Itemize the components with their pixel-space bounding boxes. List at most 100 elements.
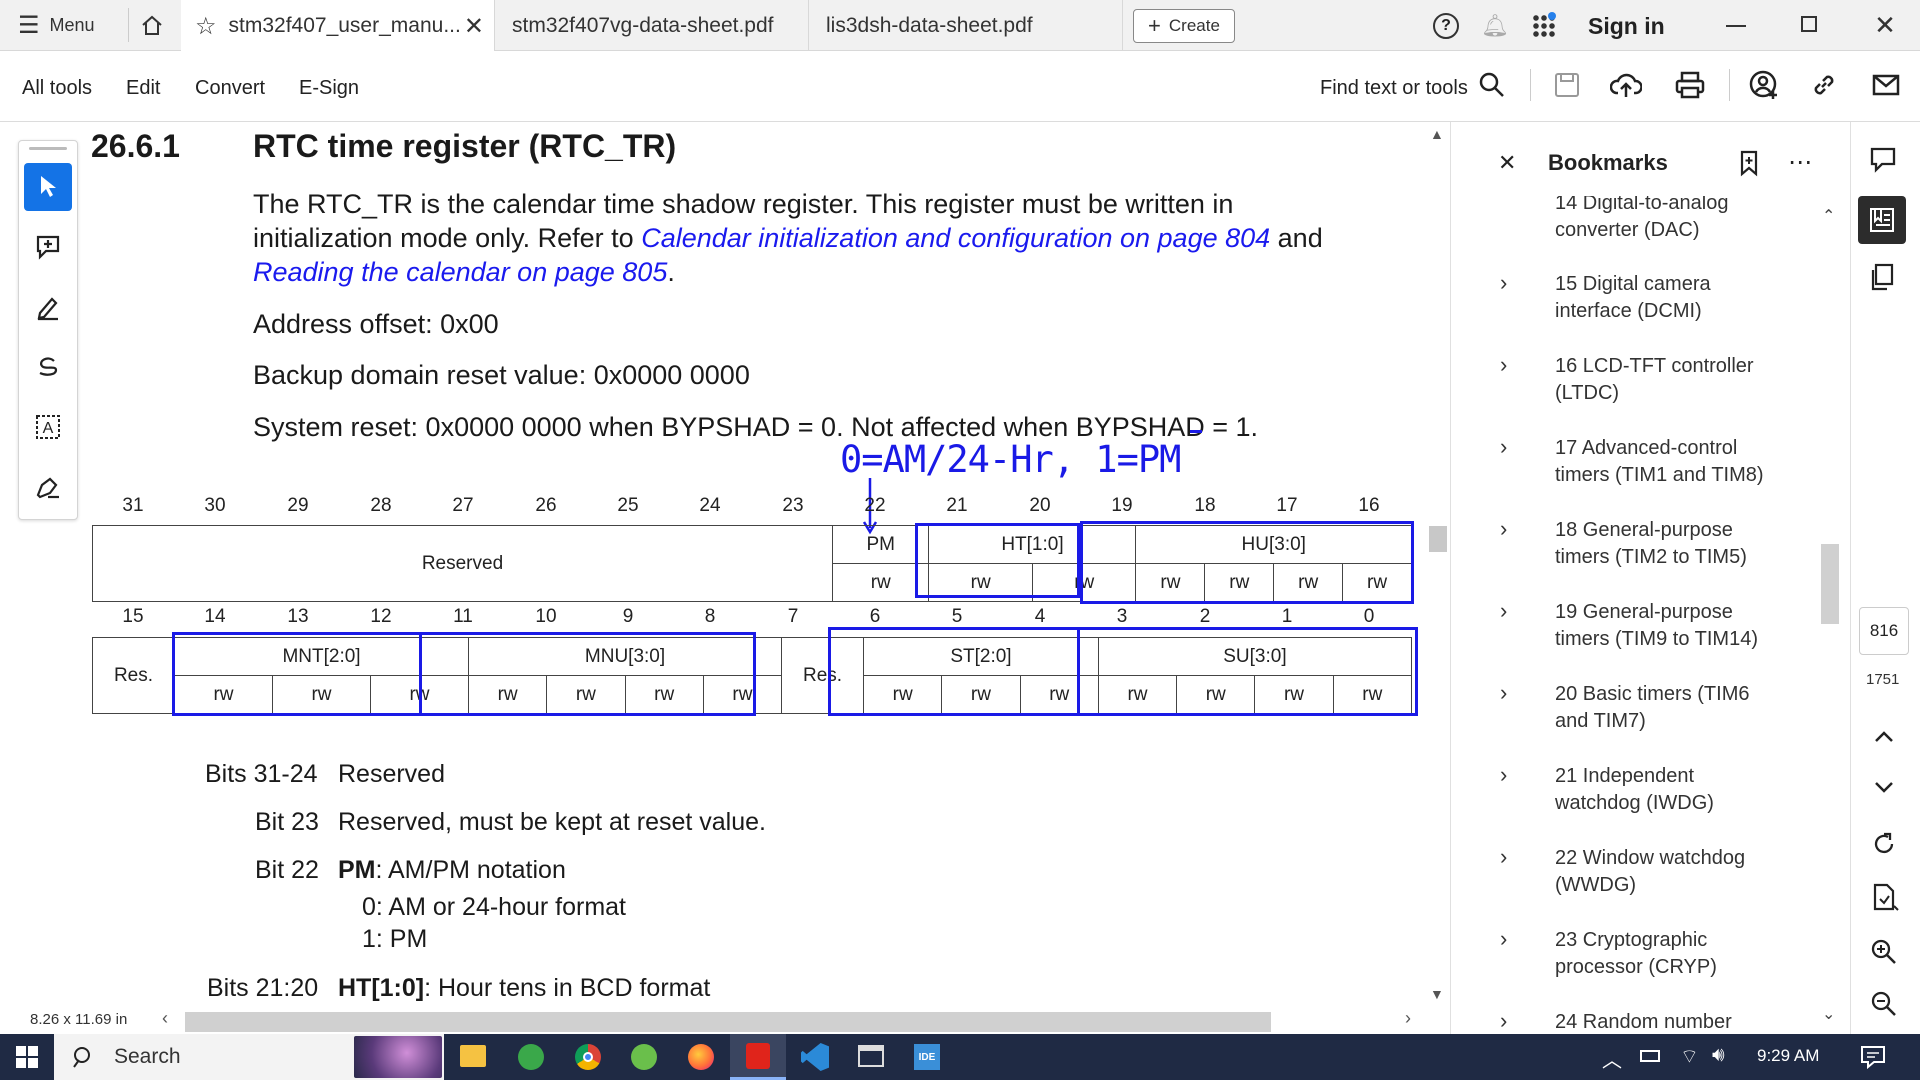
chevron-right-icon[interactable]: › [1500,598,1507,624]
text-box-tool-button[interactable]: A [24,403,72,451]
bookmark-item[interactable]: 22 Window watchdog (WWDG) [1555,845,1775,899]
convert-menu[interactable]: Convert [195,77,265,100]
bookmarks-rail-button[interactable] [1858,196,1906,244]
all-tools-menu[interactable]: All tools [22,77,92,100]
more-options-icon[interactable]: ⋯ [1788,148,1812,177]
ide-icon[interactable]: IDE [914,1044,940,1070]
highlight-tool-button[interactable] [24,283,72,331]
select-tool-button[interactable] [24,163,72,211]
bookmark-item[interactable]: 19 General-purpose timers (TIM9 to TIM14… [1555,599,1775,653]
bit-number: 3 [1116,606,1128,627]
menu-button[interactable]: ☰ Menu [18,0,95,51]
scroll-thumb[interactable] [1429,526,1447,552]
chevron-right-icon[interactable]: › [1500,434,1507,460]
close-panel-icon[interactable]: ✕ [1498,150,1516,176]
add-bookmark-icon[interactable] [1738,150,1764,178]
esign-menu[interactable]: E-Sign [299,77,359,100]
sign-in-button[interactable]: Sign in [1588,13,1665,40]
close-window-button[interactable]: ✕ [1870,8,1900,42]
create-button[interactable]: + Create [1133,9,1235,43]
doc-vertical-scrollbar[interactable]: ▲ ▼ [1426,122,1450,1012]
chevron-right-icon[interactable]: › [1500,926,1507,952]
horizontal-scroll-thumb[interactable] [185,1012,1271,1032]
bit-number: 7 [787,606,799,627]
bookmarks-scrollbar[interactable]: ⌃ ⌄ [1818,200,1842,1030]
chevron-down-icon[interactable] [1872,779,1896,797]
restore-button[interactable] [1801,16,1817,32]
windows-start-icon[interactable] [16,1046,38,1068]
scroll-down-arrow[interactable]: ▼ [1430,986,1444,1002]
page-number-box[interactable]: 816 [1859,607,1909,655]
chevron-up-icon[interactable] [1872,727,1896,745]
search-icon[interactable] [1478,71,1506,99]
clock[interactable]: 9:29 AM [1757,1046,1819,1066]
acrobat-taskbar-button[interactable] [730,1034,786,1080]
page-export-icon[interactable] [1870,882,1900,914]
save-icon[interactable] [1553,71,1581,99]
cursor-arrow-icon [41,176,56,197]
chevron-right-icon[interactable]: › [1500,680,1507,706]
drag-handle[interactable] [29,147,67,150]
bookmark-item[interactable]: 23 Cryptographic processor (CRYP) [1555,927,1755,981]
print-icon[interactable] [1674,70,1706,100]
bit-number: 31 [122,495,144,516]
file-explorer-icon[interactable] [460,1045,486,1067]
scroll-right-arrow[interactable]: › [1405,1008,1411,1029]
bookmark-item[interactable]: 16 LCD-TFT controller (LTDC) [1555,353,1755,407]
find-text-button[interactable]: Find text or tools [1320,77,1468,100]
scroll-up-arrow[interactable]: ⌃ [1822,206,1835,226]
minimize-button[interactable] [1726,25,1746,27]
chevron-right-icon[interactable]: › [1500,270,1507,296]
scroll-left-arrow[interactable]: ‹ [162,1008,168,1029]
zoom-out-icon[interactable] [1870,990,1898,1018]
firefox-icon[interactable] [688,1044,714,1070]
bookmark-item[interactable]: 18 General-purpose timers (TIM2 to TIM5) [1555,517,1755,571]
rotate-icon[interactable] [1870,830,1898,858]
notifications-icon[interactable] [1860,1045,1886,1069]
zoom-in-icon[interactable] [1870,938,1898,966]
scroll-up-arrow[interactable]: ▲ [1430,126,1444,142]
taskbar-search-box[interactable]: Search [54,1034,444,1080]
email-icon[interactable] [1872,73,1900,97]
bookmark-item[interactable]: 20 Basic timers (TIM6 and TIM7) [1555,681,1765,735]
home-button[interactable] [132,0,172,51]
chevron-right-icon[interactable]: › [1500,1008,1507,1032]
scroll-thumb[interactable] [1821,544,1839,624]
bookmark-item[interactable]: 21 Independent watchdog (IWDG) [1555,763,1735,817]
share-user-icon[interactable] [1748,69,1780,101]
bookmark-item[interactable]: 14 Digital-to-analog converter (DAC) [1555,196,1765,244]
link-icon[interactable] [1810,71,1838,99]
app-icon-green[interactable] [518,1044,544,1070]
tray-chevron-up-icon[interactable]: ︿ [1602,1044,1622,1073]
comments-icon[interactable] [1868,145,1898,175]
tab-datasheet[interactable]: stm32f407vg-data-sheet.pdf [496,0,809,51]
terminal-app-icon[interactable] [858,1045,884,1067]
close-tab-icon[interactable]: ✕ [464,12,484,41]
help-icon[interactable]: ? [1433,13,1459,39]
upload-cloud-icon[interactable] [1610,69,1642,101]
wifi-icon[interactable]: ⌔ [1680,1044,1699,1069]
bell-icon[interactable]: 🔔︎ [1481,12,1509,40]
scroll-down-arrow[interactable]: ⌄ [1822,1004,1835,1024]
sign-tool-button[interactable] [24,463,72,511]
tab-user-manual[interactable]: ☆ stm32f407_user_manu... ✕ [181,0,495,52]
bookmark-item[interactable]: 15 Digital camera interface (DCMI) [1555,271,1715,325]
battery-icon[interactable] [1640,1050,1660,1062]
comment-tool-button[interactable] [24,223,72,271]
chevron-right-icon[interactable]: › [1500,516,1507,542]
star-icon[interactable]: ☆ [195,12,217,41]
bookmark-item[interactable]: 17 Advanced-control timers (TIM1 and TIM… [1555,435,1775,489]
bookmark-item[interactable]: 24 Random number [1555,1009,1775,1032]
tab-lis3dsh[interactable]: lis3dsh-data-sheet.pdf [810,0,1123,51]
calendar-init-link[interactable]: Calendar initialization and configuratio… [641,223,1270,253]
chevron-right-icon[interactable]: › [1500,844,1507,870]
chevron-right-icon[interactable]: › [1500,762,1507,788]
chevron-right-icon[interactable]: › [1500,352,1507,378]
volume-icon[interactable]: 🔊︎ [1712,1044,1725,1067]
pages-icon[interactable] [1868,262,1898,292]
vscode-icon[interactable] [801,1043,829,1071]
reading-calendar-link[interactable]: Reading the calendar on page 805 [253,257,667,287]
app-icon-leaf[interactable] [631,1044,657,1070]
draw-tool-button[interactable] [24,343,72,391]
edit-menu[interactable]: Edit [126,77,160,100]
